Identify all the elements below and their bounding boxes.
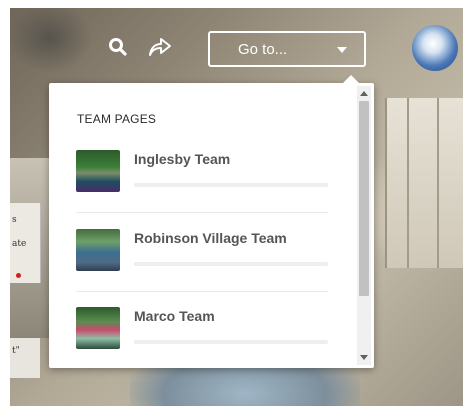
team-name: Marco Team <box>134 308 215 324</box>
scrollbar-thumb[interactable] <box>359 101 369 296</box>
goto-dropdown-menu: TEAM PAGES Inglesby Team Robinson Villag… <box>49 75 374 368</box>
search-icon[interactable] <box>105 34 131 60</box>
share-icon[interactable] <box>147 34 173 60</box>
team-item-inglesby[interactable]: Inglesby Team <box>76 150 328 229</box>
background-text-line: s <box>12 215 17 225</box>
team-progress-bar <box>134 340 328 344</box>
team-item-marco[interactable]: Marco Team <box>76 307 328 386</box>
red-dot <box>16 273 21 278</box>
goto-dropdown-button[interactable]: Go to... <box>208 31 366 67</box>
background-text-line: t" <box>12 346 20 356</box>
scrollbar[interactable] <box>357 86 371 365</box>
team-thumbnail <box>76 150 120 192</box>
team-thumbnail <box>76 229 120 271</box>
team-progress-bar <box>134 262 328 266</box>
background-paper-note: t" <box>10 338 40 378</box>
background-window-right <box>385 98 463 268</box>
goto-label: Go to... <box>238 40 288 58</box>
scroll-up-icon[interactable] <box>360 91 368 96</box>
dropdown-pointer <box>343 75 359 83</box>
team-name: Robinson Village Team <box>134 230 287 246</box>
team-name: Inglesby Team <box>134 151 231 167</box>
scroll-down-icon[interactable] <box>360 355 368 360</box>
team-progress-bar <box>134 183 328 187</box>
section-title: TEAM PAGES <box>77 112 157 126</box>
caret-down-icon <box>337 47 347 53</box>
divider <box>76 212 328 213</box>
background-paper-note: s ate <box>10 203 41 283</box>
avatar[interactable] <box>412 25 458 71</box>
background-text-line: ate <box>12 239 27 249</box>
team-thumbnail <box>76 307 120 349</box>
divider <box>76 291 328 292</box>
team-item-robinson-village[interactable]: Robinson Village Team <box>76 229 328 308</box>
